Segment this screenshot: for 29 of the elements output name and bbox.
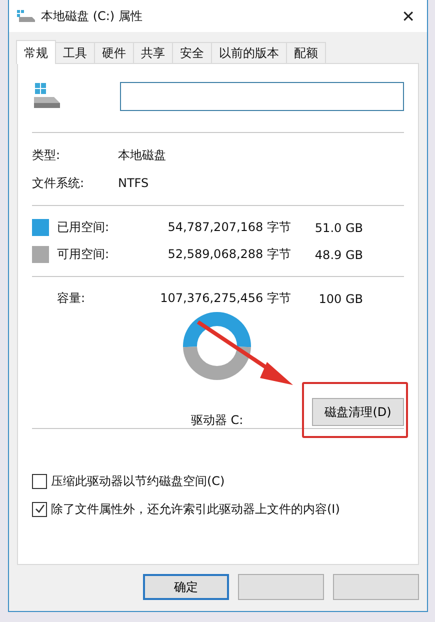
drive-icon (32, 83, 62, 109)
name-field[interactable] (120, 82, 404, 110)
checkbox[interactable] (32, 474, 47, 488)
size-value: 51.0 GB (314, 220, 363, 234)
option-label: 除了文件属性外，还允许索引此驱动器上文件的内容(I) (51, 500, 340, 518)
field-value: 本地磁盘 (118, 146, 166, 164)
tab[interactable]: 配额 (286, 42, 326, 63)
drive-label: 驱动器 C: (190, 412, 244, 429)
option-label: 压缩此驱动器以节约磁盘空间(C) (51, 472, 225, 490)
byte-count: 54,787,207,168 字节 (166, 219, 291, 236)
space-label: 已用空间: (57, 219, 110, 236)
size-value: 48.9 GB (314, 248, 363, 262)
donut-slice (183, 346, 251, 380)
window-title: 本地磁盘 (C:) 属性 (41, 8, 144, 24)
dialog-button[interactable]: 确定 (143, 574, 229, 600)
donut-slice (183, 312, 251, 348)
tab[interactable]: 常规 (16, 40, 56, 64)
checkbox[interactable] (32, 502, 47, 516)
size-value: 100 GB (318, 292, 363, 306)
close-button[interactable]: ✕ (398, 6, 419, 26)
byte-count: 52,589,068,288 字节 (166, 246, 291, 263)
field-value: NTFS (118, 176, 149, 190)
drive-icon (17, 10, 35, 22)
disk-cleanup-button[interactable]: 磁盘清理(D) (312, 398, 404, 426)
field-label: 文件系统: (32, 174, 86, 192)
space-label: 容量: (57, 290, 86, 307)
space-label: 可用空间: (57, 246, 110, 263)
byte-count: 107,376,275,456 字节 (159, 290, 291, 307)
field-label: 类型: (32, 146, 62, 164)
